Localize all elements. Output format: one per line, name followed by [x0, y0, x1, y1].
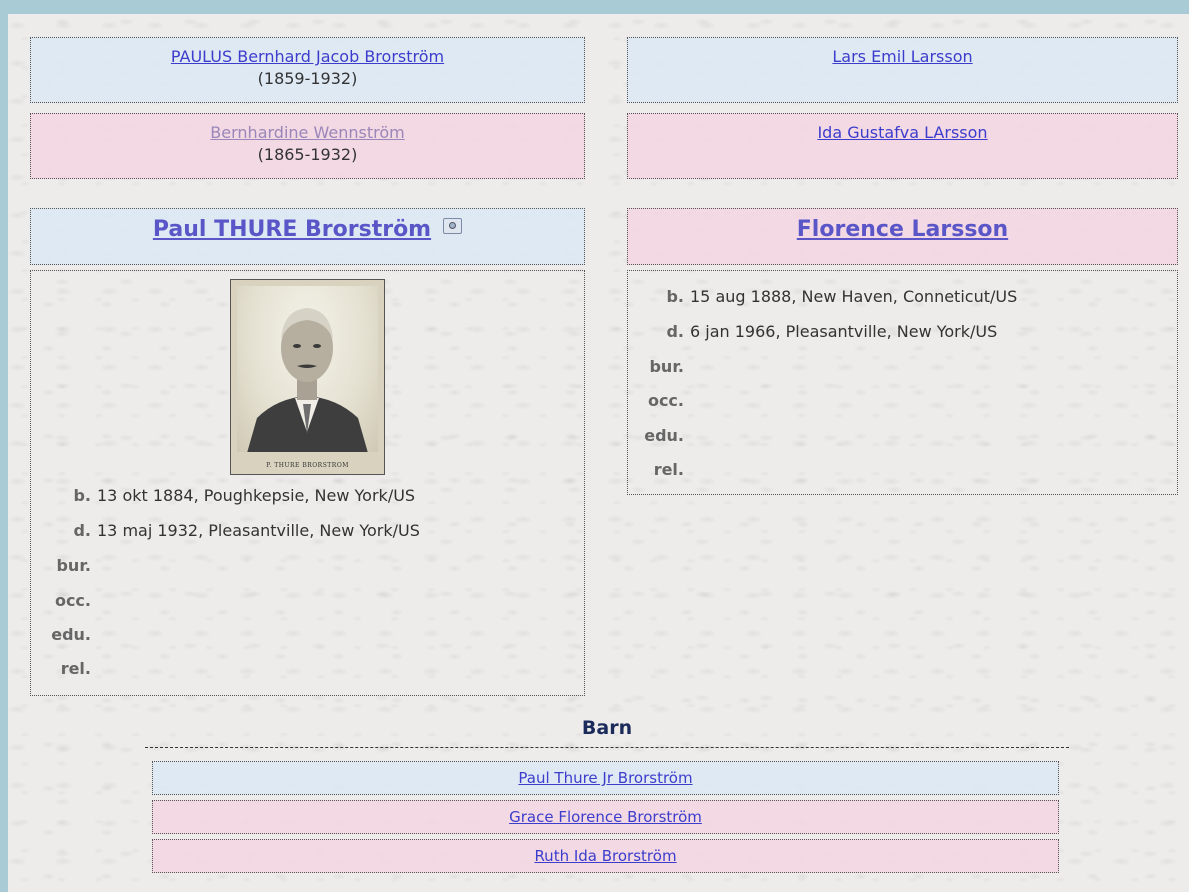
children-divider: [145, 747, 1069, 748]
person2-fact-died: d. 6 jan 1966, Pleasantville, New York/US: [628, 322, 997, 341]
child-item: Ruth Ida Brorström: [152, 839, 1059, 873]
father-link-right[interactable]: Lars Emil Larsson: [832, 47, 972, 66]
fact-label: bur.: [649, 357, 684, 376]
fact-label: occ.: [647, 391, 684, 410]
person2-fact-born: b. 15 aug 1888, New Haven, Conneticut/US: [628, 287, 1017, 306]
fact-label: edu.: [644, 426, 684, 445]
fact-label: bur.: [56, 556, 91, 575]
fact-label: edu.: [51, 625, 91, 644]
person2-fact-education: edu.: [628, 426, 690, 445]
father-box-right: Lars Emil Larsson: [627, 37, 1178, 103]
person1-fact-died: d. 13 maj 1932, Pleasantville, New York/U…: [31, 521, 420, 540]
father-years-left: (1859-1932): [257, 69, 358, 88]
fact-label: rel.: [60, 659, 91, 678]
person1-fact-burial: bur.: [31, 556, 97, 575]
child-item: Paul Thure Jr Brorström: [152, 761, 1059, 795]
camera-icon[interactable]: [443, 218, 463, 234]
fact-label: d.: [666, 322, 684, 341]
person2-name-box: Florence Larsson: [627, 208, 1178, 265]
fact-label: d.: [73, 521, 91, 540]
page-content: PAULUS Bernhard Jacob Brorström (1859-19…: [8, 14, 1189, 892]
person1-fact-occupation: occ.: [31, 591, 97, 610]
mother-link-left[interactable]: Bernhardine Wennström: [210, 123, 404, 142]
person1-photo[interactable]: P. THURE BRORSTROM: [230, 279, 385, 475]
child-link[interactable]: Grace Florence Brorström: [509, 808, 702, 826]
fact-value: 15 aug 1888, New Haven, Conneticut/US: [690, 287, 1018, 306]
person2-fact-occupation: occ.: [628, 391, 690, 410]
person2-fact-religion: rel.: [628, 460, 690, 479]
children-heading: Barn: [581, 717, 633, 739]
mother-years-left: (1865-1932): [257, 145, 358, 164]
photo-caption: P. THURE BRORSTROM: [266, 462, 349, 469]
fact-label: occ.: [54, 591, 91, 610]
person1-name-box: Paul THURE Brorström: [30, 208, 585, 265]
father-link-left[interactable]: PAULUS Bernhard Jacob Brorström: [171, 47, 444, 66]
portrait-illustration: [247, 308, 368, 452]
fact-value: 13 okt 1884, Poughkepsie, New York/US: [97, 486, 416, 505]
person2-fact-burial: bur.: [628, 357, 690, 376]
father-box-left: PAULUS Bernhard Jacob Brorström (1859-19…: [30, 37, 585, 103]
fact-label: b.: [73, 486, 91, 505]
mother-box-right: Ida Gustafva LArsson: [627, 113, 1178, 179]
person1-details-box: P. THURE BRORSTROM b. 13 okt 1884, Poughk…: [30, 270, 585, 696]
person2-details-box: b. 15 aug 1888, New Haven, Conneticut/US …: [627, 270, 1178, 495]
fact-value: 13 maj 1932, Pleasantville, New York/US: [97, 521, 420, 540]
child-link[interactable]: Ruth Ida Brorström: [534, 847, 676, 865]
person2-name-link[interactable]: Florence Larsson: [797, 217, 1008, 242]
person1-fact-education: edu.: [31, 625, 97, 644]
person1-name-link[interactable]: Paul THURE Brorström: [153, 217, 431, 242]
fact-label: b.: [666, 287, 684, 306]
child-item: Grace Florence Brorström: [152, 800, 1059, 834]
mother-box-left: Bernhardine Wennström (1865-1932): [30, 113, 585, 179]
person1-fact-born: b. 13 okt 1884, Poughkepsie, New York/US: [31, 486, 415, 505]
portrait-image: [237, 286, 378, 452]
person1-fact-religion: rel.: [31, 659, 97, 678]
fact-label: rel.: [653, 460, 684, 479]
mother-link-right[interactable]: Ida Gustafva LArsson: [817, 123, 987, 142]
child-link[interactable]: Paul Thure Jr Brorström: [518, 769, 692, 787]
fact-value: 6 jan 1966, Pleasantville, New York/US: [690, 322, 998, 341]
